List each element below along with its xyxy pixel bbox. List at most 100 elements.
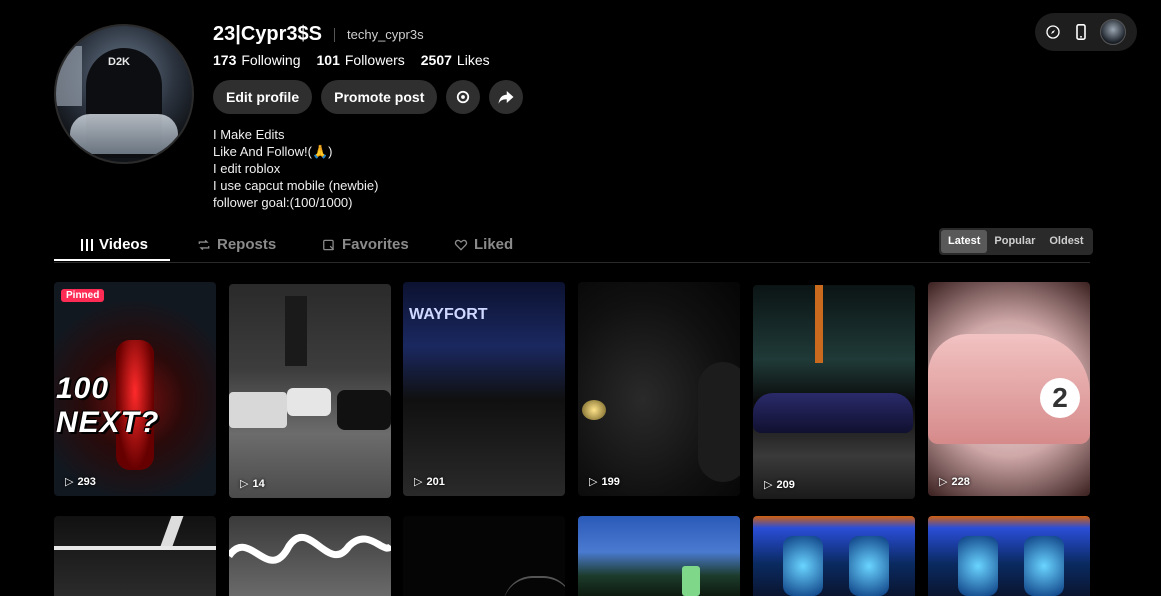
view-count-value: 293 [77, 475, 96, 488]
view-count-value: 199 [601, 475, 620, 488]
play-icon: ▷ [65, 476, 74, 488]
thumbnail-overlay-text: 100 NEXT? [56, 372, 160, 439]
tab-reposts[interactable]: Reposts [197, 228, 276, 261]
thumbnail-car-interior [958, 536, 998, 596]
sort-popular[interactable]: Popular [987, 230, 1042, 253]
play-icon: ▷ [414, 476, 423, 488]
view-count: ▷ 199 [589, 475, 620, 489]
tab-liked-label: Liked [474, 236, 514, 253]
video-thumbnail[interactable] [54, 516, 216, 596]
profile-name-row: 23|Cypr3$S techy_cypr3s [213, 23, 424, 46]
thumbnail-number-roundel: 2 [1040, 378, 1080, 418]
avatar-logo-text: D2K [108, 56, 131, 68]
view-count-value: 228 [951, 475, 970, 488]
tab-favorites[interactable]: Favorites [322, 228, 409, 261]
play-icon: ▷ [939, 476, 948, 488]
video-thumbnail[interactable] [229, 516, 391, 596]
repost-icon [198, 239, 210, 250]
name-separator [334, 27, 335, 42]
view-count: ▷ 209 [764, 478, 795, 492]
view-count: ▷ 201 [414, 475, 445, 489]
bio-line: I edit roblox [213, 161, 281, 176]
profile-actions: Edit profile Promote post [213, 80, 524, 114]
tab-favorites-label: Favorites [342, 236, 409, 253]
profile-tabs: Videos Reposts Favorites Liked [54, 228, 1090, 263]
video-thumbnail[interactable]: ▷ 199 [578, 282, 740, 496]
get-app-button[interactable] [1072, 23, 1090, 41]
thumbnail-car [753, 393, 913, 433]
view-count-value: 209 [776, 478, 795, 491]
stat-followers-value: 101 [316, 52, 340, 68]
view-count: ▷ 293 [65, 475, 96, 489]
video-thumbnail[interactable]: Pinned 100 NEXT? ▷ 293 [54, 282, 216, 496]
video-thumbnail[interactable] [753, 516, 915, 596]
video-thumbnail[interactable]: ▷ 14 [229, 284, 391, 498]
bookmark-icon [323, 239, 335, 250]
sort-toggle: Latest Popular Oldest [939, 228, 1093, 255]
thumbnail-sign [682, 566, 700, 596]
sort-oldest[interactable]: Oldest [1042, 230, 1090, 253]
edit-profile-button[interactable]: Edit profile [213, 80, 313, 114]
stat-likes: 2507 Likes [421, 52, 490, 68]
thumbnail-sign-text: WAYFORT [409, 306, 488, 323]
bio-line: I Make Edits [213, 127, 285, 142]
promote-post-button[interactable]: Promote post [321, 80, 438, 114]
avatar-background-building [56, 46, 82, 106]
heart-icon [454, 239, 468, 251]
share-button[interactable] [489, 80, 524, 114]
thumbnail-pillar [285, 296, 307, 366]
video-thumbnail[interactable] [403, 516, 565, 596]
profile-handle: techy_cypr3s [347, 27, 424, 42]
play-icon: ▷ [589, 476, 598, 488]
thumbnail-car [287, 388, 331, 416]
tab-videos-label: Videos [99, 236, 148, 253]
thumbnail-car [337, 390, 391, 430]
video-thumbnail[interactable]: 2 ▷ 228 [928, 282, 1090, 496]
video-thumbnail[interactable] [578, 516, 740, 596]
stat-likes-label: Likes [456, 52, 490, 68]
tab-videos[interactable]: Videos [81, 228, 148, 261]
video-thumbnail[interactable]: ▷ 209 [753, 285, 915, 499]
grid-icon [81, 238, 93, 251]
top-right-controls [1035, 13, 1137, 51]
thumbnail-car-outline [503, 576, 565, 596]
explore-button[interactable] [1044, 23, 1062, 41]
share-arrow-icon [498, 91, 514, 104]
video-thumbnail[interactable] [928, 516, 1090, 596]
sort-latest[interactable]: Latest [941, 230, 988, 253]
stat-following-label: Following [241, 52, 301, 68]
stat-following-value: 173 [213, 52, 237, 68]
play-icon: ▷ [240, 478, 249, 490]
view-count-value: 14 [252, 477, 265, 490]
thumbnail-car-interior [783, 536, 823, 596]
gear-icon [457, 90, 470, 104]
compass-icon [1046, 25, 1060, 39]
stat-followers-label: Followers [344, 52, 405, 68]
view-count: ▷ 228 [939, 475, 970, 489]
thumbnail-light-strip [160, 516, 184, 546]
active-tab-indicator [54, 259, 170, 261]
stat-following[interactable]: 173 Following [213, 52, 301, 68]
thumbnail-light-strip [54, 546, 216, 550]
settings-button[interactable] [446, 80, 481, 114]
profile-avatar[interactable]: D2K [54, 24, 194, 164]
bio-line: I use capcut mobile (newbie) [213, 178, 379, 193]
video-thumbnail[interactable]: WAYFORT ▷ 201 [403, 282, 565, 496]
account-avatar[interactable] [1100, 19, 1126, 45]
thumbnail-headlight [582, 400, 606, 420]
view-count-value: 201 [426, 475, 445, 488]
thumbnail-light-bar [815, 285, 823, 363]
thumbnail-car-interior [1024, 536, 1064, 596]
bio-line: follower goal:(100/1000) [213, 195, 353, 210]
view-count: ▷ 14 [240, 477, 265, 491]
stat-likes-value: 2507 [420, 52, 452, 68]
bio-line: Like And Follow!(🙏) [213, 144, 333, 159]
tab-liked[interactable]: Liked [454, 228, 513, 261]
pinned-badge: Pinned [61, 289, 105, 302]
stat-followers[interactable]: 101 Followers [317, 52, 405, 68]
profile-stats: 173 Following 101 Followers 2507 Likes [213, 52, 490, 68]
thumbnail-car [229, 392, 287, 428]
thumbnail-neon-wave [229, 534, 391, 564]
play-icon: ▷ [764, 479, 773, 491]
tab-reposts-label: Reposts [217, 236, 277, 253]
